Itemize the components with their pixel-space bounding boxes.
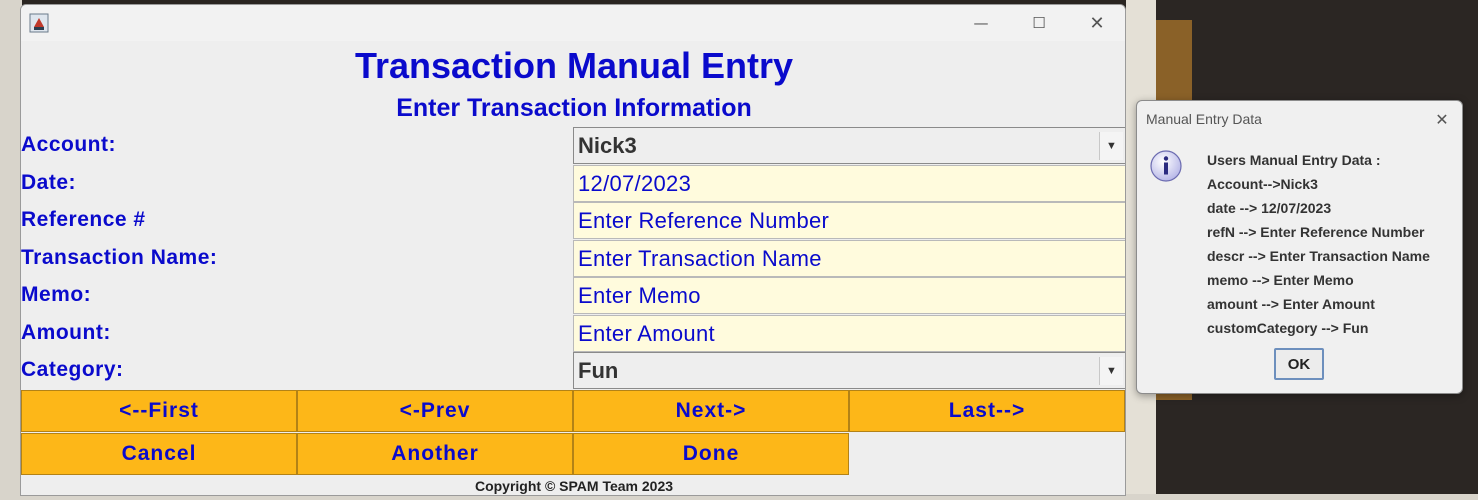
another-button[interactable]: Another bbox=[297, 433, 573, 475]
account-label: Account: bbox=[21, 133, 116, 156]
transaction-name-row: Transaction Name: Enter Transaction Name bbox=[21, 240, 1125, 278]
cancel-button[interactable]: Cancel bbox=[21, 433, 297, 475]
amount-field[interactable]: Enter Amount bbox=[573, 315, 1125, 352]
dialog-line: amount --> Enter Amount bbox=[1207, 296, 1375, 312]
transaction-name-label: Transaction Name: bbox=[21, 246, 218, 269]
next-button[interactable]: Next-> bbox=[573, 390, 849, 432]
maximize-button[interactable]: ☐ bbox=[1019, 9, 1059, 37]
memo-field[interactable]: Enter Memo bbox=[573, 277, 1125, 314]
account-row: Account: Nick3 ▼ bbox=[21, 127, 1125, 165]
first-button[interactable]: <--First bbox=[21, 390, 297, 432]
reference-field[interactable]: Enter Reference Number bbox=[573, 202, 1125, 239]
memo-row: Memo: Enter Memo bbox=[21, 277, 1125, 315]
account-select[interactable]: Nick3 ▼ bbox=[573, 127, 1125, 164]
date-label: Date: bbox=[21, 171, 77, 194]
minimize-button[interactable]: — bbox=[961, 9, 1001, 37]
dialog-line: refN --> Enter Reference Number bbox=[1207, 224, 1425, 240]
amount-label: Amount: bbox=[21, 321, 111, 344]
account-select-value: Nick3 bbox=[578, 133, 637, 158]
category-row: Category: Fun ▼ bbox=[21, 352, 1125, 390]
category-select-value: Fun bbox=[578, 358, 619, 383]
manual-entry-data-dialog: Manual Entry Data ✕ Users Manual Entry D… bbox=[1136, 100, 1463, 394]
chevron-down-icon[interactable]: ▼ bbox=[1099, 132, 1123, 160]
reference-row: Reference # Enter Reference Number bbox=[21, 202, 1125, 240]
dialog-line: Users Manual Entry Data : bbox=[1207, 152, 1381, 168]
desktop-background-left bbox=[0, 0, 22, 500]
category-select[interactable]: Fun ▼ bbox=[573, 352, 1125, 389]
java-app-icon bbox=[29, 13, 49, 33]
reference-label: Reference # bbox=[21, 208, 146, 231]
ok-button[interactable]: OK bbox=[1274, 348, 1324, 380]
done-button[interactable]: Done bbox=[573, 433, 849, 475]
last-button[interactable]: Last--> bbox=[849, 390, 1125, 432]
info-icon bbox=[1150, 150, 1182, 182]
prev-button[interactable]: <-Prev bbox=[297, 390, 573, 432]
amount-row: Amount: Enter Amount bbox=[21, 315, 1125, 353]
date-field[interactable]: 12/07/2023 bbox=[573, 165, 1125, 202]
dialog-line: Account-->Nick3 bbox=[1207, 176, 1318, 192]
page-subtitle: Enter Transaction Information bbox=[396, 94, 752, 122]
dialog-title: Manual Entry Data bbox=[1146, 111, 1262, 127]
dialog-message: Users Manual Entry Data : Account-->Nick… bbox=[1207, 152, 1430, 344]
memo-label: Memo: bbox=[21, 283, 92, 306]
dialog-close-button[interactable]: ✕ bbox=[1429, 107, 1455, 131]
transaction-name-field[interactable]: Enter Transaction Name bbox=[573, 240, 1125, 277]
transaction-entry-window: — ☐ ✕ Transaction Manual Entry Enter Tra… bbox=[20, 4, 1126, 496]
page-title: Transaction Manual Entry bbox=[354, 45, 794, 86]
dialog-line: memo --> Enter Memo bbox=[1207, 272, 1354, 288]
category-label: Category: bbox=[21, 358, 124, 381]
dialog-line: descr --> Enter Transaction Name bbox=[1207, 248, 1430, 264]
dialog-line: date --> 12/07/2023 bbox=[1207, 200, 1332, 216]
close-button[interactable]: ✕ bbox=[1077, 9, 1117, 37]
window-titlebar[interactable]: — ☐ ✕ bbox=[21, 5, 1125, 41]
copyright-text: Copyright © SPAM Team 2023 bbox=[474, 478, 674, 494]
date-row: Date: 12/07/2023 bbox=[21, 165, 1125, 203]
dialog-line: customCategory --> Fun bbox=[1207, 320, 1369, 336]
chevron-down-icon[interactable]: ▼ bbox=[1099, 357, 1123, 385]
